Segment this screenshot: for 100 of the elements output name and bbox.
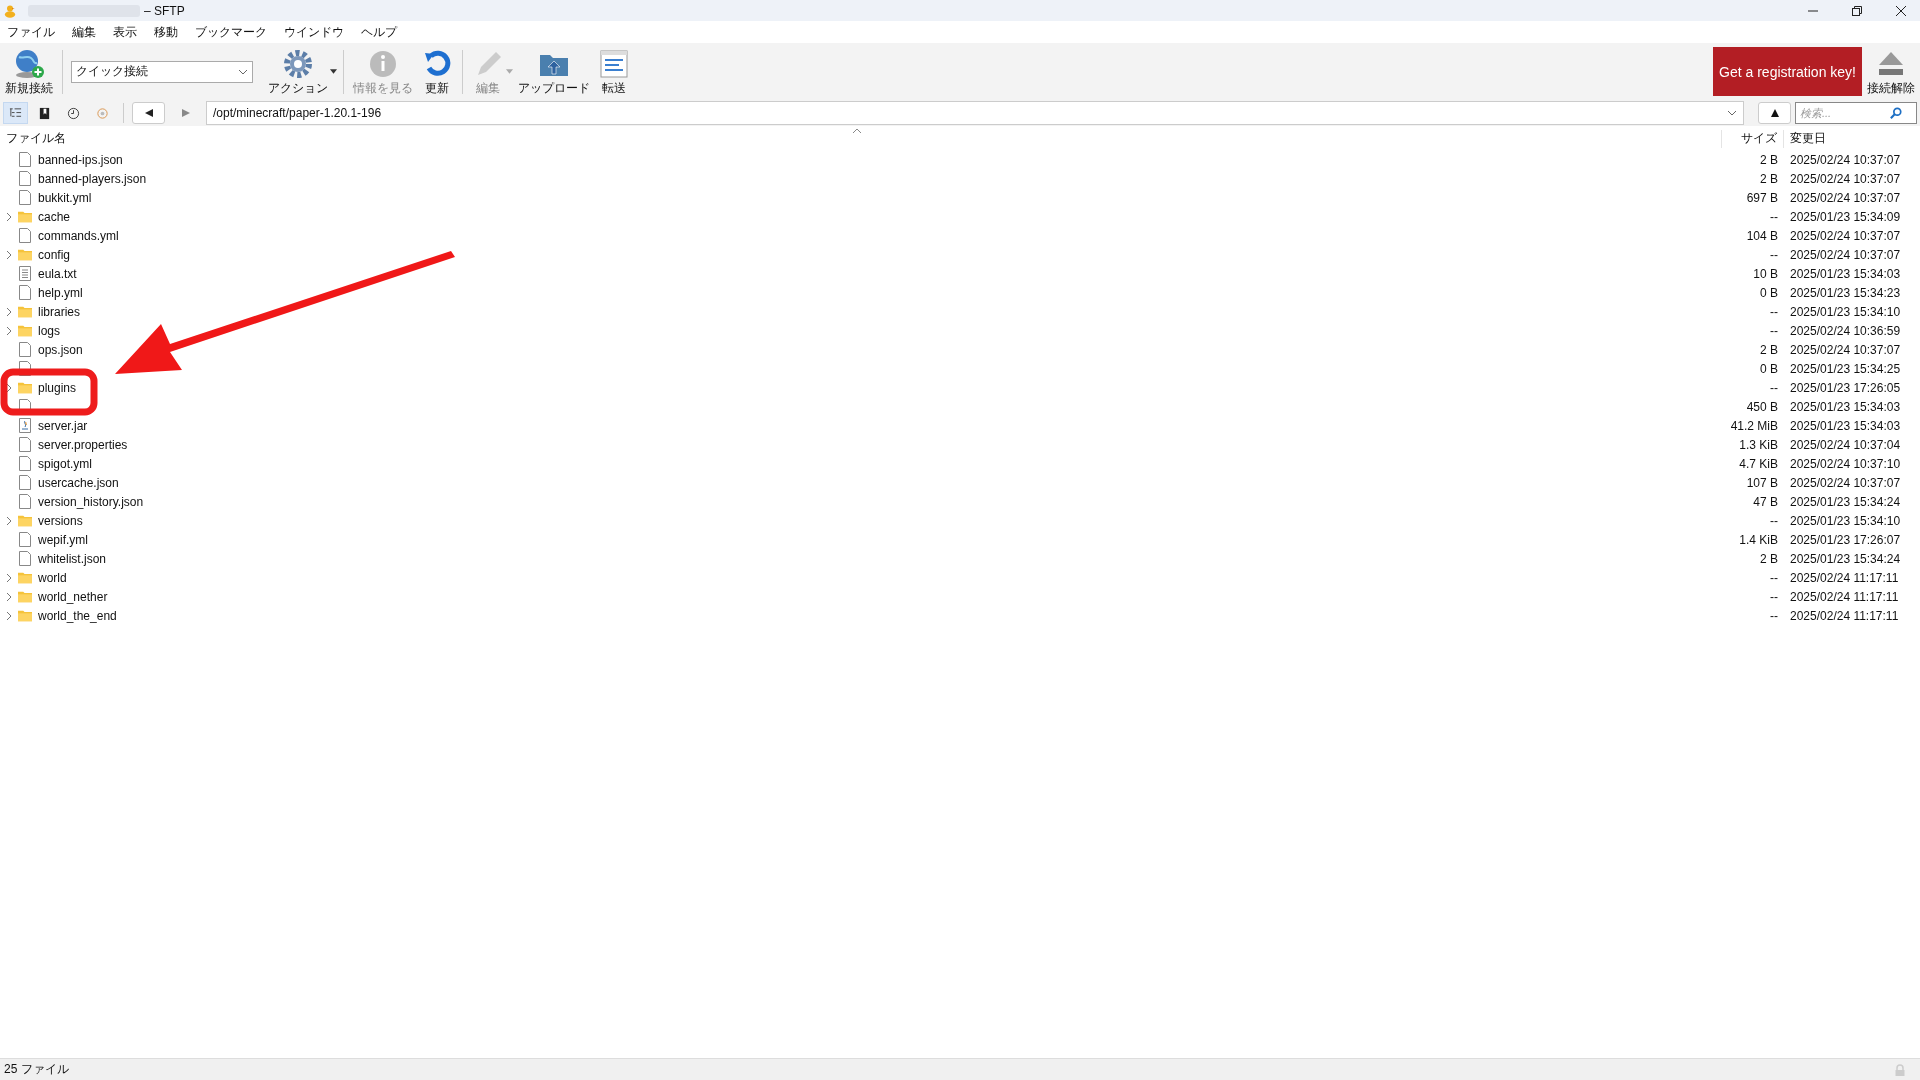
expand-chevron-icon[interactable] (6, 591, 12, 602)
file-name[interactable]: world_the_end (38, 608, 117, 623)
file-icon (18, 532, 32, 547)
modified-date: 2025/02/24 10:37:10 (1789, 456, 1902, 471)
file-name[interactable]: commands.yml (38, 228, 119, 243)
folder-icon (18, 247, 32, 262)
toolbar-button[interactable]: 転送 (595, 47, 633, 96)
parent-folder-button[interactable] (1758, 102, 1791, 124)
close-icon[interactable] (1896, 5, 1906, 16)
restore-icon[interactable] (1852, 5, 1862, 16)
file-name[interactable]: config (38, 247, 71, 262)
menu-item[interactable]: 移動 (151, 23, 184, 41)
file-size: 1.3 KiB (1738, 437, 1779, 452)
menu-item[interactable]: 編集 (69, 23, 102, 41)
folder-icon (18, 323, 32, 338)
file-name[interactable]: whitelist.json (38, 551, 107, 566)
modified-date: 2025/01/23 15:34:03 (1789, 418, 1902, 433)
folder-icon (18, 209, 32, 224)
file-size: 697 B (1745, 190, 1779, 205)
file-name[interactable]: wepif.yml (38, 532, 88, 547)
menu-item[interactable]: ファイル (4, 23, 61, 41)
view-toggle-button[interactable] (3, 102, 28, 124)
registration-button[interactable]: Get a registration key! (1713, 47, 1862, 96)
toolbar-button[interactable]: 更新 (418, 47, 456, 96)
search-field[interactable]: 検索... (1795, 102, 1917, 124)
folder-icon (18, 608, 32, 623)
expand-chevron-icon[interactable] (6, 572, 12, 583)
file-name[interactable]: world (38, 570, 67, 585)
file-name[interactable]: cache (38, 209, 71, 224)
file-name[interactable]: spigot.yml (38, 456, 93, 471)
quick-connect-dropdown[interactable]: クイック接続 (71, 60, 253, 83)
caret-icon[interactable] (330, 69, 337, 74)
file-icon (18, 551, 32, 566)
file-name[interactable]: ops.json (38, 342, 83, 357)
gear-icon (282, 47, 314, 80)
path-dropdown[interactable]: /opt/minecraft/paper-1.20.1-196 (206, 101, 1744, 125)
file-icon (18, 285, 32, 300)
menu-item[interactable]: ブックマーク (192, 23, 273, 41)
modified-date: 2025/02/24 10:37:07 (1789, 228, 1902, 243)
folder-icon (18, 304, 32, 319)
file-count: 25 ファイル (4, 1061, 69, 1078)
file-name[interactable]: libraries (38, 304, 80, 319)
file-name[interactable]: banned-ips.json (38, 152, 123, 167)
file-name[interactable]: versions (38, 513, 83, 528)
modified-date: 2025/02/24 10:37:07 (1789, 475, 1902, 490)
file-icon (18, 190, 32, 205)
right-triangle-icon (181, 109, 190, 117)
modified-date: 2025/02/24 11:17:11 (1789, 589, 1900, 604)
file-size: -- (1769, 209, 1779, 224)
file-size: -- (1769, 513, 1779, 528)
file-name[interactable]: logs (38, 323, 60, 338)
java-file-icon (18, 418, 32, 433)
duck-icon (4, 3, 16, 18)
column-header[interactable]: ファイル名 (0, 130, 1722, 148)
file-name[interactable]: version_history.json (38, 494, 144, 509)
file-size: 2 B (1759, 171, 1779, 186)
sort-caret-icon (853, 128, 861, 133)
file-name[interactable]: usercache.json (38, 475, 119, 490)
file-name[interactable]: eula.txt (38, 266, 77, 281)
column-header[interactable]: サイズ (1722, 130, 1784, 148)
column-header[interactable]: 変更日 (1784, 130, 1920, 148)
expand-chevron-icon[interactable] (6, 249, 12, 260)
expand-chevron-icon[interactable] (6, 325, 12, 336)
file-size: 107 B (1745, 475, 1779, 490)
toolbar-button[interactable]: 新規接続 (2, 47, 56, 96)
file-name[interactable]: help.yml (38, 285, 83, 300)
modified-date: 2025/02/24 10:37:07 (1789, 152, 1902, 167)
chevron-down-icon (1727, 110, 1737, 116)
file-size: 450 B (1745, 399, 1779, 414)
chevron-down-icon (238, 68, 248, 75)
left-triangle-icon (144, 109, 153, 117)
expand-chevron-icon[interactable] (6, 306, 12, 317)
toolbar-button[interactable]: アップロード (515, 47, 593, 96)
file-name[interactable]: plugins (38, 380, 77, 395)
expand-chevron-icon[interactable] (6, 382, 12, 393)
file-name[interactable]: bukkit.yml (38, 190, 92, 205)
file-icon (18, 494, 32, 509)
file-icon (18, 456, 32, 471)
file-name[interactable]: world_nether (38, 589, 108, 604)
file-name[interactable]: banned-players.json (38, 171, 147, 186)
file-size: 4.7 KiB (1738, 456, 1779, 471)
file-size: -- (1769, 247, 1779, 262)
file-name[interactable]: server.properties (38, 437, 128, 452)
menu-item[interactable]: ヘルプ (358, 23, 403, 41)
clock-icon (67, 106, 80, 120)
modified-date: 2025/01/23 17:26:07 (1789, 532, 1902, 547)
back-button[interactable] (132, 102, 165, 124)
disconnect-button[interactable]: 接続解除 (1864, 47, 1918, 96)
file-icon (18, 228, 32, 243)
menu-item[interactable]: 表示 (110, 23, 143, 41)
file-icon (18, 152, 32, 167)
menu-item[interactable]: ウインドウ (281, 23, 350, 41)
transfer-list-icon (598, 47, 630, 80)
toolbar-button[interactable]: アクション (265, 47, 331, 96)
file-name[interactable]: server.jar (38, 418, 88, 433)
expand-chevron-icon[interactable] (6, 211, 12, 222)
expand-chevron-icon[interactable] (6, 610, 12, 621)
modified-date: 2025/01/23 15:34:24 (1789, 494, 1902, 509)
file-size: -- (1769, 608, 1779, 623)
expand-chevron-icon[interactable] (6, 515, 12, 526)
